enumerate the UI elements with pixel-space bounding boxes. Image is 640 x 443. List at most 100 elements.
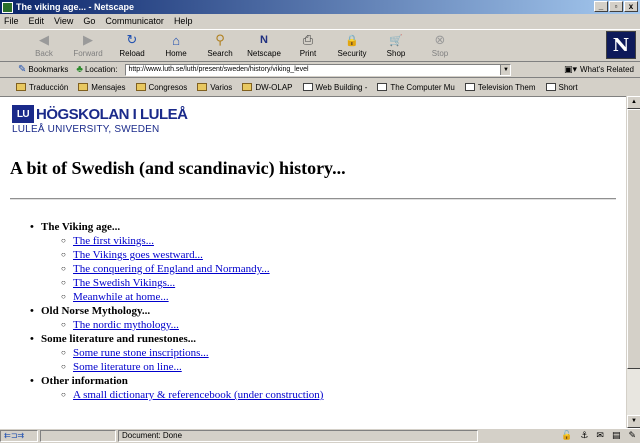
close-button[interactable]: x [624, 1, 638, 12]
page-proxy-icon[interactable]: ♣ [76, 64, 83, 75]
university-name: HÖGSKOLAN I LULEÅ [36, 105, 188, 123]
section-heading: Other information [41, 375, 128, 387]
bookmark-label: Varios [210, 82, 233, 92]
personal-toolbar: Traducción Mensajes Congresos Varios DW-… [0, 79, 640, 95]
page-title: A bit of Swedish (and scandinavic) histo… [10, 158, 346, 178]
progress-meter [40, 430, 116, 442]
menu-go[interactable]: Go [83, 16, 95, 26]
navigator-icon[interactable]: ⚓ [580, 430, 588, 441]
bookmark-short[interactable]: Short [545, 83, 578, 92]
home-icon: ⌂ [172, 32, 180, 48]
minimize-button[interactable]: _ [594, 1, 608, 12]
status-text: Document: Done [118, 430, 478, 442]
discussion-icon[interactable]: ▤ [612, 430, 621, 441]
bookmark-web-building[interactable]: Web Building - [302, 82, 368, 92]
menu-help[interactable]: Help [174, 16, 193, 26]
netscape-icon: N [260, 34, 268, 46]
location-label-group: ♣ Location: [76, 64, 117, 75]
bookmarks-button[interactable]: ✎ Bookmarks [18, 64, 68, 75]
list-item: Some literature on line... [61, 360, 323, 374]
bookmark-folder-dw-olap[interactable]: DW-OLAP [242, 82, 293, 92]
scroll-down-arrow-icon[interactable]: ▼ [627, 415, 640, 428]
menu-view[interactable]: View [54, 16, 73, 26]
mail-icon[interactable]: ✉ [596, 430, 604, 441]
print-button[interactable]: ⎙ Print [286, 30, 330, 58]
bookmark-folder-congresos[interactable]: Congresos [135, 83, 187, 92]
link-swedish-vikings[interactable]: The Swedish Vikings... [73, 277, 175, 289]
university-subtitle: LULEÅ UNIVERSITY, SWEDEN [12, 124, 160, 135]
reload-button[interactable]: ↻ Reload [110, 30, 154, 58]
url-dropdown-icon[interactable]: ▼ [500, 64, 511, 75]
url-input[interactable]: http://www.luth.se/luth/present/sweden/h… [125, 63, 512, 76]
scroll-up-arrow-icon[interactable]: ▲ [627, 96, 640, 109]
folder-icon [197, 83, 208, 91]
section-norse-mythology: Old Norse Mythology... The nordic mythol… [30, 304, 323, 332]
link-dictionary[interactable]: A small dictionary & referencebook (unde… [73, 389, 323, 401]
security-label: Security [337, 49, 367, 58]
document-icon [377, 83, 388, 91]
menu-edit[interactable]: Edit [29, 16, 45, 26]
composer-icon[interactable]: ✎ [628, 430, 636, 441]
link-nordic-mythology[interactable]: The nordic mythology... [73, 319, 179, 331]
security-lock-icon[interactable]: 🔓 [561, 430, 572, 441]
vertical-scrollbar[interactable]: ▲ ▼ [626, 96, 640, 428]
document-icon [464, 83, 475, 91]
section-heading: Some literature and runestones... [41, 333, 197, 345]
section-other-information: Other information A small dictionary & r… [30, 374, 323, 402]
location-label: Location: [84, 65, 118, 74]
window-titlebar: The viking age... - Netscape _ ▫ x [0, 0, 640, 14]
link-meanwhile-home[interactable]: Meanwhile at home... [73, 291, 169, 303]
home-button[interactable]: ⌂ Home [154, 30, 198, 59]
security-button[interactable]: 🔒 Security [330, 30, 374, 59]
list-item: The Swedish Vikings... [61, 276, 323, 290]
list-item: The first vikings... [61, 234, 323, 248]
link-literature-online[interactable]: Some literature on line... [73, 361, 182, 373]
whats-related-button[interactable]: ▣▾ What's Related [564, 64, 634, 75]
netscape-app-icon [2, 1, 13, 13]
window-title: The viking age... - Netscape [16, 2, 135, 12]
printer-icon: ⎙ [302, 32, 314, 47]
scrollbar-thumb[interactable] [627, 109, 640, 369]
related-icon: ▣▾ [563, 64, 577, 74]
search-label: Search [207, 49, 233, 58]
lock-icon: 🔒 [345, 34, 359, 47]
navigation-toolbar: ◀ Back ▶ Forward ↻ Reload ⌂ Home ⚲ Searc… [0, 29, 640, 62]
menu-bar: File Edit View Go Communicator Help [0, 14, 640, 28]
bookmarks-icon: ✎ [18, 64, 27, 75]
folder-icon [135, 83, 146, 91]
link-vikings-westward[interactable]: The Vikings goes westward... [73, 249, 203, 261]
bookmark-television-them[interactable]: Television Them [464, 83, 536, 92]
horizontal-rule [10, 198, 616, 200]
forward-button[interactable]: ▶ Forward [66, 30, 110, 58]
link-first-vikings[interactable]: The first vikings... [73, 235, 154, 247]
bookmark-folder-traduccion[interactable]: Traducción [16, 83, 68, 92]
bookmark-label: The Computer Mu [390, 82, 455, 92]
search-button[interactable]: ⚲ Search [198, 30, 242, 58]
bookmark-label: DW-OLAP [255, 82, 293, 92]
link-conquering-england[interactable]: The conquering of England and Normandy..… [73, 263, 270, 275]
maximize-button[interactable]: ▫ [609, 1, 623, 12]
back-button[interactable]: ◀ Back [22, 30, 66, 58]
netscape-label: Netscape [247, 49, 281, 58]
university-logo[interactable]: LU HÖGSKOLAN I LULEÅ LULEÅ UNIVERSITY, S… [12, 105, 188, 135]
stop-icon: ⊗ [434, 32, 446, 47]
location-toolbar: ✎ Bookmarks ♣ Location: http://www.luth.… [0, 62, 640, 78]
shop-button[interactable]: 🛒 Shop [374, 30, 418, 59]
menu-communicator[interactable]: Communicator [105, 16, 164, 26]
link-rune-inscriptions[interactable]: Some rune stone inscriptions... [73, 347, 209, 359]
netscape-button[interactable]: N Netscape [242, 30, 286, 58]
netscape-throbber-logo[interactable]: N [606, 31, 636, 59]
bookmark-folder-varios[interactable]: Varios [197, 83, 232, 92]
status-bar: ⇇⊐⇉ Document: Done 🔓 ⚓ ✉ ▤ ✎ [0, 428, 640, 443]
forward-label: Forward [73, 49, 103, 58]
url-text: http://www.luth.se/luth/present/sweden/h… [128, 65, 309, 73]
list-item: The Vikings goes westward... [61, 248, 323, 262]
stop-button[interactable]: ⊗ Stop [418, 30, 462, 58]
connection-indicator-icon: ⇇⊐⇉ [0, 430, 38, 442]
bookmark-label: Web Building - [315, 82, 368, 92]
bookmark-folder-mensajes[interactable]: Mensajes [78, 83, 126, 92]
back-arrow-icon: ◀ [39, 32, 49, 47]
menu-file[interactable]: File [4, 16, 19, 26]
stop-label: Stop [431, 49, 449, 58]
bookmark-computer-mu[interactable]: The Computer Mu [377, 82, 455, 92]
